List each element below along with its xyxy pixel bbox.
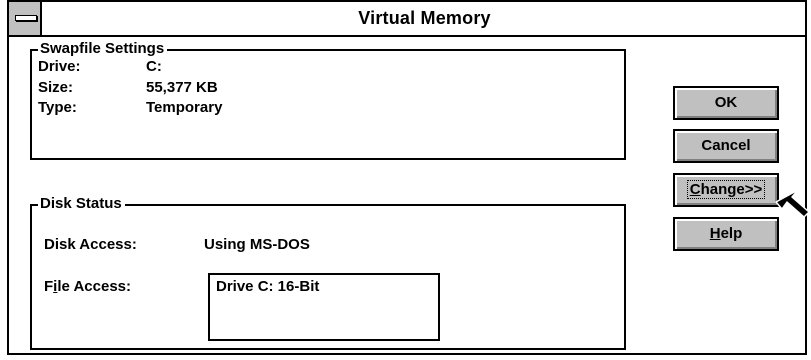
- system-menu-bar-glyph: [15, 15, 37, 21]
- change-button-mnemonic: C: [689, 181, 701, 198]
- title-bar[interactable]: Virtual Memory: [9, 2, 805, 37]
- type-label: Type:: [38, 99, 77, 116]
- change-button[interactable]: Change>>: [673, 173, 779, 207]
- cancel-button[interactable]: Cancel: [673, 129, 779, 163]
- disk-status-legend: Disk Status: [38, 195, 125, 213]
- change-button-label: Change>>: [686, 180, 766, 199]
- system-menu-icon[interactable]: [9, 2, 42, 35]
- help-button-mnemonic: H: [709, 225, 721, 242]
- disk-access-value: Using MS-DOS: [204, 236, 310, 253]
- file-access-label-pre: F: [44, 278, 54, 295]
- ok-button[interactable]: OK: [673, 86, 779, 120]
- drive-value: C:: [146, 58, 162, 75]
- file-access-label-post: le Access:: [57, 278, 132, 295]
- type-value: Temporary: [146, 99, 223, 116]
- file-access-list-item[interactable]: Drive C: 16-Bit: [216, 278, 319, 296]
- swapfile-settings-legend: Swapfile Settings: [38, 40, 168, 58]
- file-access-listbox[interactable]: Drive C: 16-Bit: [208, 273, 440, 341]
- virtual-memory-dialog: Virtual Memory Swapfile Settings Drive: …: [7, 0, 807, 355]
- window-title: Virtual Memory: [358, 8, 491, 28]
- size-value: 55,377 KB: [146, 79, 218, 96]
- arrow-cursor-icon: [775, 189, 810, 218]
- disk-status-group: Disk Status Disk Access: Using MS-DOS Fi…: [30, 195, 626, 350]
- file-access-label: File Access:: [44, 278, 131, 296]
- size-label: Size:: [38, 79, 74, 96]
- help-button-text: elp: [720, 225, 743, 242]
- help-button[interactable]: Help: [673, 217, 779, 251]
- swapfile-settings-group: Swapfile Settings Drive: C: Size: 55,377…: [30, 40, 626, 160]
- change-button-text: hange>>: [700, 181, 763, 198]
- disk-access-label: Disk Access:: [44, 236, 137, 253]
- drive-label: Drive:: [38, 58, 81, 75]
- dialog-client-area: Swapfile Settings Drive: C: Size: 55,377…: [9, 37, 805, 353]
